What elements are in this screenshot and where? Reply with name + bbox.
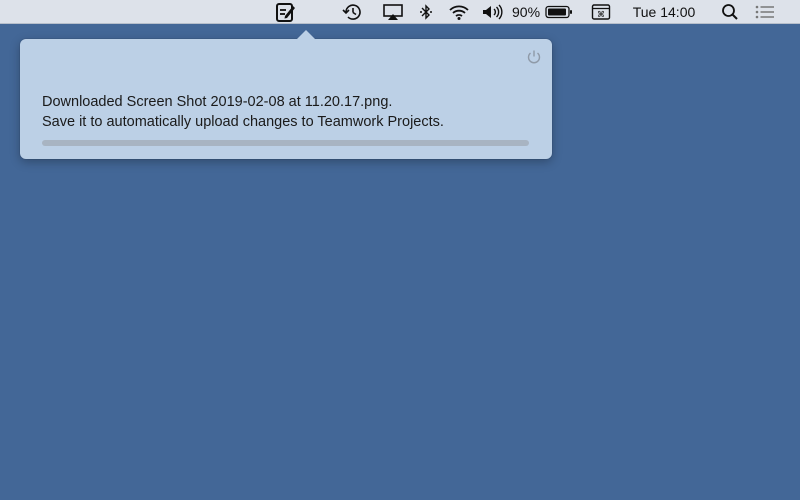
power-button[interactable] — [526, 49, 542, 65]
input-source-menu[interactable]: ⌘ — [589, 0, 613, 24]
airplay-icon — [383, 4, 403, 20]
bluetooth-menu[interactable] — [416, 0, 436, 24]
volume-menu[interactable] — [480, 0, 504, 24]
teamwork-edit-icon — [276, 3, 295, 22]
power-icon — [527, 50, 541, 64]
notification-center-button[interactable] — [752, 0, 778, 24]
battery-icon — [545, 5, 573, 19]
wifi-menu[interactable] — [446, 0, 472, 24]
spotlight-search-icon — [722, 4, 738, 20]
bluetooth-icon — [420, 4, 432, 20]
volume-icon — [483, 4, 503, 20]
battery-menu[interactable]: 90% — [512, 0, 578, 24]
clock: Tue 14:00 — [632, 4, 696, 20]
notification-center-icon — [755, 5, 774, 19]
popover-arrow — [296, 30, 316, 40]
spotlight-button[interactable] — [718, 0, 742, 24]
upload-instruction: Save it to automatically upload changes … — [42, 114, 444, 130]
svg-text:⌘: ⌘ — [597, 10, 605, 19]
menu-bar: 90% ⌘ Tue 14:00 — [0, 0, 800, 24]
teamwork-menu-item[interactable] — [271, 0, 299, 24]
time-machine-menu[interactable] — [339, 0, 365, 24]
wifi-icon — [449, 5, 469, 20]
time-machine-icon — [342, 4, 361, 20]
clock-menu[interactable]: Tue 14:00 — [624, 0, 704, 24]
keyboard-input-icon: ⌘ — [591, 4, 611, 20]
airplay-menu[interactable] — [380, 0, 406, 24]
teamwork-popover: Downloaded Screen Shot 2019-02-08 at 11.… — [20, 30, 552, 159]
battery-percent: 90% — [512, 4, 541, 20]
progress-bar — [42, 140, 529, 146]
download-message: Downloaded Screen Shot 2019-02-08 at 11.… — [42, 94, 393, 110]
